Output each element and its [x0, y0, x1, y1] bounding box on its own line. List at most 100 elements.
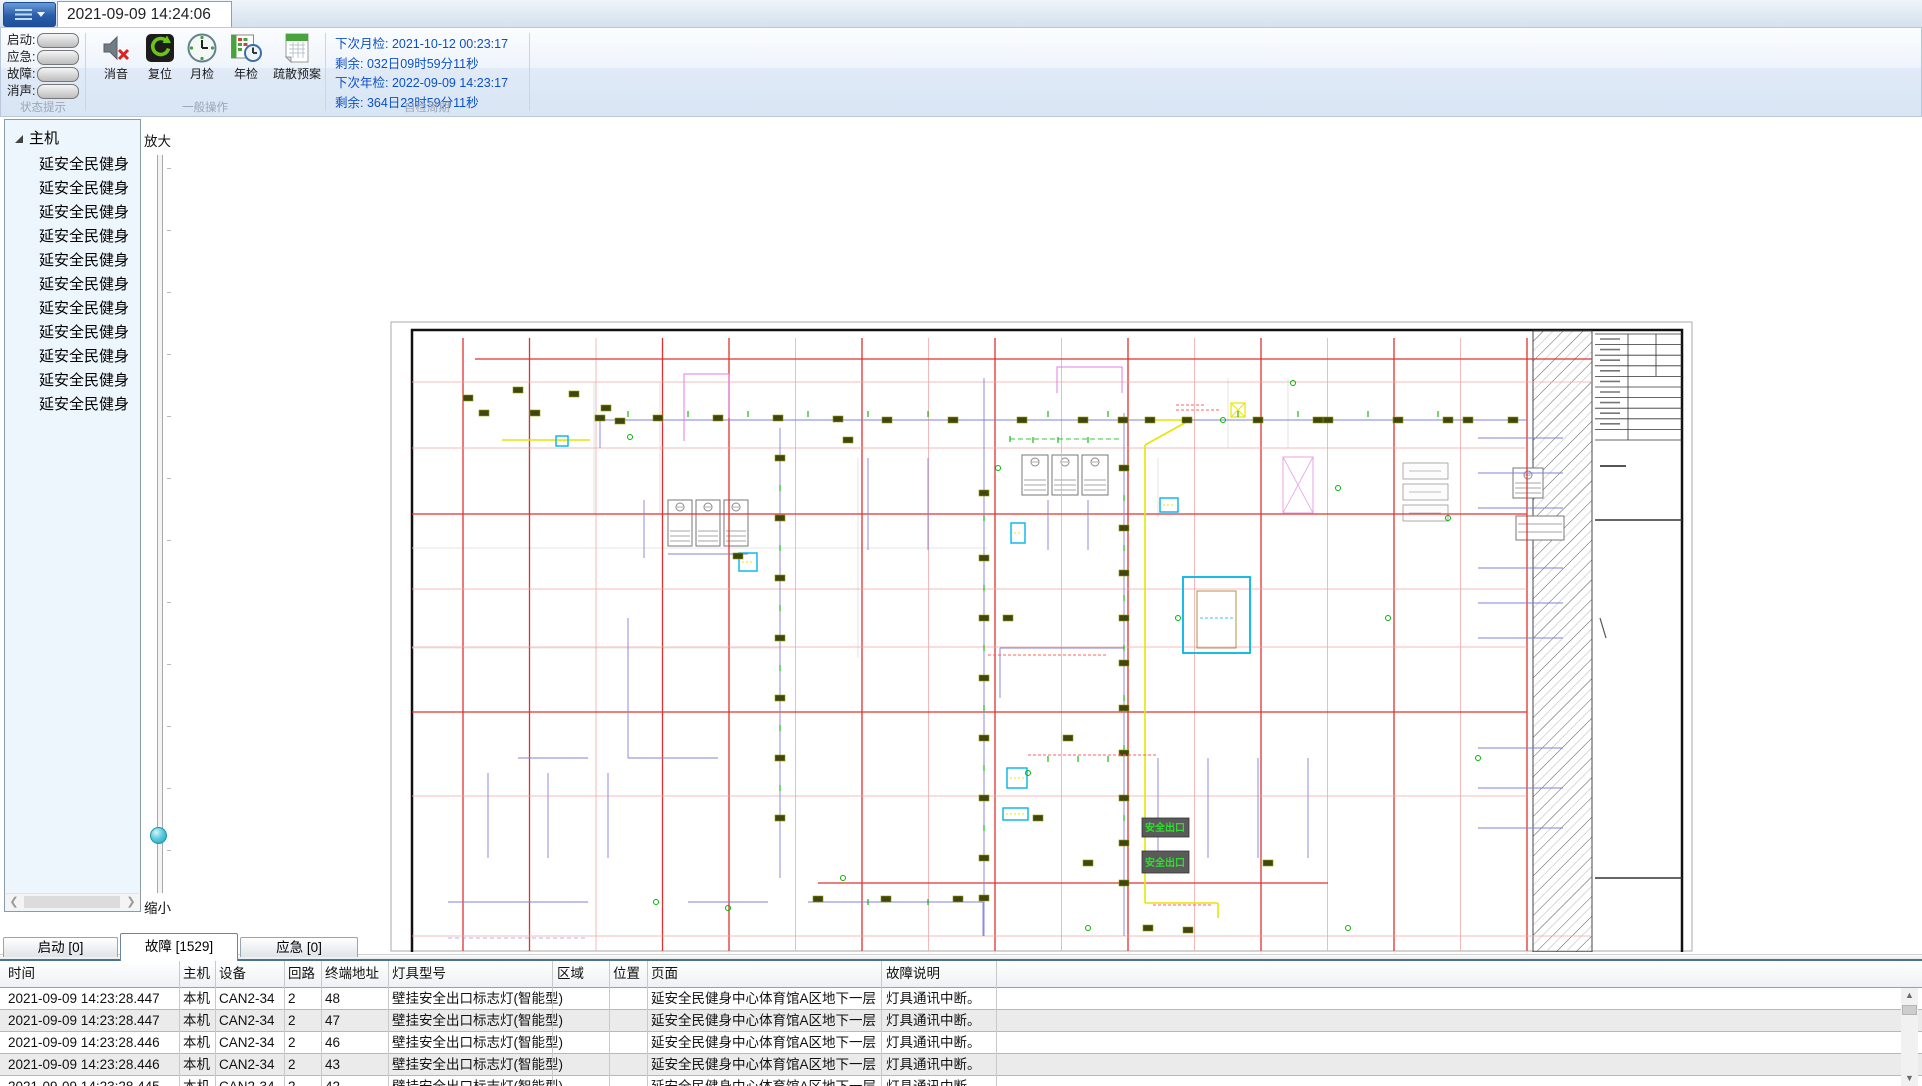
plan-outer-border: [391, 322, 1692, 951]
column-header[interactable]: 故障说明: [886, 961, 940, 987]
group-label-selfcheck: 自检周期: [325, 99, 529, 113]
scroll-up-button[interactable]: ▲: [1901, 988, 1918, 1003]
evacuation-plan-button[interactable]: 疏散预案: [267, 32, 327, 100]
column-header[interactable]: 主机: [183, 961, 210, 987]
status-lamp: [37, 67, 79, 82]
annual-check-button[interactable]: 年检: [225, 32, 267, 100]
slider-tick: [167, 478, 171, 479]
table-cell: 43: [325, 1054, 340, 1075]
column-header[interactable]: 区域: [557, 961, 584, 987]
datetime-tab[interactable]: 2021-09-09 14:24:06: [57, 1, 232, 27]
log-tab-fault[interactable]: 故障 [1529]: [120, 933, 238, 961]
table-cell: 2: [288, 1054, 296, 1075]
column-header[interactable]: 灯具型号: [392, 961, 446, 987]
zoom-out-label: 缩小: [144, 897, 171, 917]
vscroll-thumb[interactable]: [1902, 1005, 1917, 1015]
monthly-check-button[interactable]: 月检: [181, 32, 223, 100]
tree-item-host[interactable]: 延安全民健身: [5, 153, 140, 177]
chevron-down-icon: [37, 12, 45, 17]
tree-item-host[interactable]: 延安全民健身: [5, 369, 140, 393]
column-divider: [647, 961, 648, 1086]
selfcheck-line: 下次月检: 2021-10-12 00:23:17: [335, 33, 508, 52]
group-label-status: 状态提示: [1, 99, 85, 113]
status-label: 消声:: [7, 84, 35, 98]
tree-item-host[interactable]: 延安全民健身: [5, 225, 140, 249]
scroll-left-button[interactable]: ❮: [6, 894, 22, 910]
tree-root-label: 主机: [29, 130, 59, 147]
tree-item-host[interactable]: 延安全民健身: [5, 345, 140, 369]
status-label: 故障:: [7, 67, 35, 81]
table-cell: 2: [288, 1076, 296, 1086]
status-label: 启动:: [7, 33, 35, 47]
table-cell: CAN2-34: [219, 1032, 275, 1053]
table-cell: 2021-09-09 14:23:28.447: [8, 1010, 160, 1031]
tree-item-host[interactable]: 延安全民健身: [5, 249, 140, 273]
plan-hatch-strip: [1533, 331, 1592, 952]
table-cell: 延安全民健身中心体育馆A区地下一层: [651, 1032, 876, 1053]
table-cell: 灯具通讯中断。: [886, 988, 981, 1009]
table-cell: 壁挂安全出口标志灯(智能型): [392, 1076, 563, 1086]
table-cell: 2: [288, 988, 296, 1009]
slider-tick: [167, 540, 171, 541]
tree-item-host[interactable]: 延安全民健身: [5, 201, 140, 225]
exit-sign-text: 安全出口: [1145, 821, 1185, 834]
hscroll-thumb[interactable]: [24, 896, 120, 908]
monthly-check-icon: [181, 32, 223, 64]
table-cell: 42: [325, 1076, 340, 1086]
column-header[interactable]: 时间: [8, 961, 35, 987]
tree-item-host[interactable]: 延安全民健身: [5, 393, 140, 417]
app-root: 2021-09-09 14:24:06 启动: 应急: 故障: 消声: 消音复位月检年…: [0, 0, 1922, 1086]
status-label: 应急:: [7, 50, 35, 64]
column-divider: [996, 961, 997, 1086]
tree-root-host[interactable]: 主机: [5, 128, 140, 150]
table-row[interactable]: 2021-09-09 14:23:28.446本机CAN2-34243壁挂安全出…: [0, 1054, 1922, 1076]
table-cell: 壁挂安全出口标志灯(智能型): [392, 1032, 563, 1053]
tool-button-label: 疏散预案: [267, 65, 327, 82]
log-tab-emergency[interactable]: 应急 [0]: [240, 937, 358, 957]
slider-tick: [167, 416, 171, 417]
log-tab-start[interactable]: 启动 [0]: [3, 937, 118, 957]
plan-frame: [412, 330, 1682, 952]
selfcheck-line: 剩余: 032日09时59分11秒: [335, 53, 479, 72]
tree-item-host[interactable]: 延安全民健身: [5, 177, 140, 201]
tree-item-host[interactable]: 延安全民健身: [5, 321, 140, 345]
column-header[interactable]: 终端地址: [325, 961, 379, 987]
floor-plan[interactable]: 安全出口 安全出口: [388, 318, 1696, 952]
column-header[interactable]: 设备: [219, 961, 246, 987]
table-row[interactable]: 2021-09-09 14:23:28.446本机CAN2-34246壁挂安全出…: [0, 1032, 1922, 1054]
table-row[interactable]: 2021-09-09 14:23:28.445本机CAN2-34242壁挂安全出…: [0, 1076, 1922, 1086]
table-vscrollbar[interactable]: ▲ ▼: [1901, 988, 1918, 1086]
app-menu-button[interactable]: [3, 2, 56, 27]
table-cell: CAN2-34: [219, 1010, 275, 1031]
reset-button[interactable]: 复位: [139, 32, 181, 100]
tool-button-label: 月检: [181, 65, 223, 82]
table-cell: 灯具通讯中断。: [886, 1010, 981, 1031]
table-row[interactable]: 2021-09-09 14:23:28.447本机CAN2-34248壁挂安全出…: [0, 988, 1922, 1010]
table-cell: 48: [325, 988, 340, 1009]
slider-tick: [167, 850, 171, 851]
device-tree-panel: 主机 延安全民健身延安全民健身延安全民健身延安全民健身延安全民健身延安全民健身延…: [4, 119, 141, 912]
column-header[interactable]: 位置: [613, 961, 640, 987]
table-row[interactable]: 2021-09-09 14:23:28.447本机CAN2-34247壁挂安全出…: [0, 1010, 1922, 1032]
table-cell: 延安全民健身中心体育馆A区地下一层: [651, 1076, 876, 1086]
slider-tick: [167, 726, 171, 727]
scroll-down-button[interactable]: ▼: [1901, 1071, 1918, 1086]
tree-item-host[interactable]: 延安全民健身: [5, 273, 140, 297]
annual-check-icon: [225, 32, 267, 64]
column-header[interactable]: 回路: [288, 961, 315, 987]
column-header[interactable]: 页面: [651, 961, 678, 987]
table-cell: 壁挂安全出口标志灯(智能型): [392, 1010, 563, 1031]
status-row: 启动:: [7, 32, 85, 48]
table-header: 时间 主机设备 回路终端地址灯具型号 区域 位置页面 故障说明: [0, 961, 1922, 988]
scroll-right-button[interactable]: ❯: [123, 894, 139, 910]
plan-title-block: [1595, 334, 1682, 878]
mute-button[interactable]: 消音: [93, 32, 139, 100]
tree-item-host[interactable]: 延安全民健身: [5, 297, 140, 321]
zoom-slider-track[interactable]: [157, 155, 163, 893]
reset-icon: [139, 32, 181, 64]
table-cell: 47: [325, 1010, 340, 1031]
sidebar-hscrollbar[interactable]: ❮ ❯: [6, 893, 139, 910]
table-cell: 延安全民健身中心体育馆A区地下一层: [651, 1054, 876, 1075]
zoom-slider-knob[interactable]: [150, 827, 167, 844]
tree-expanded-icon[interactable]: [14, 134, 24, 144]
